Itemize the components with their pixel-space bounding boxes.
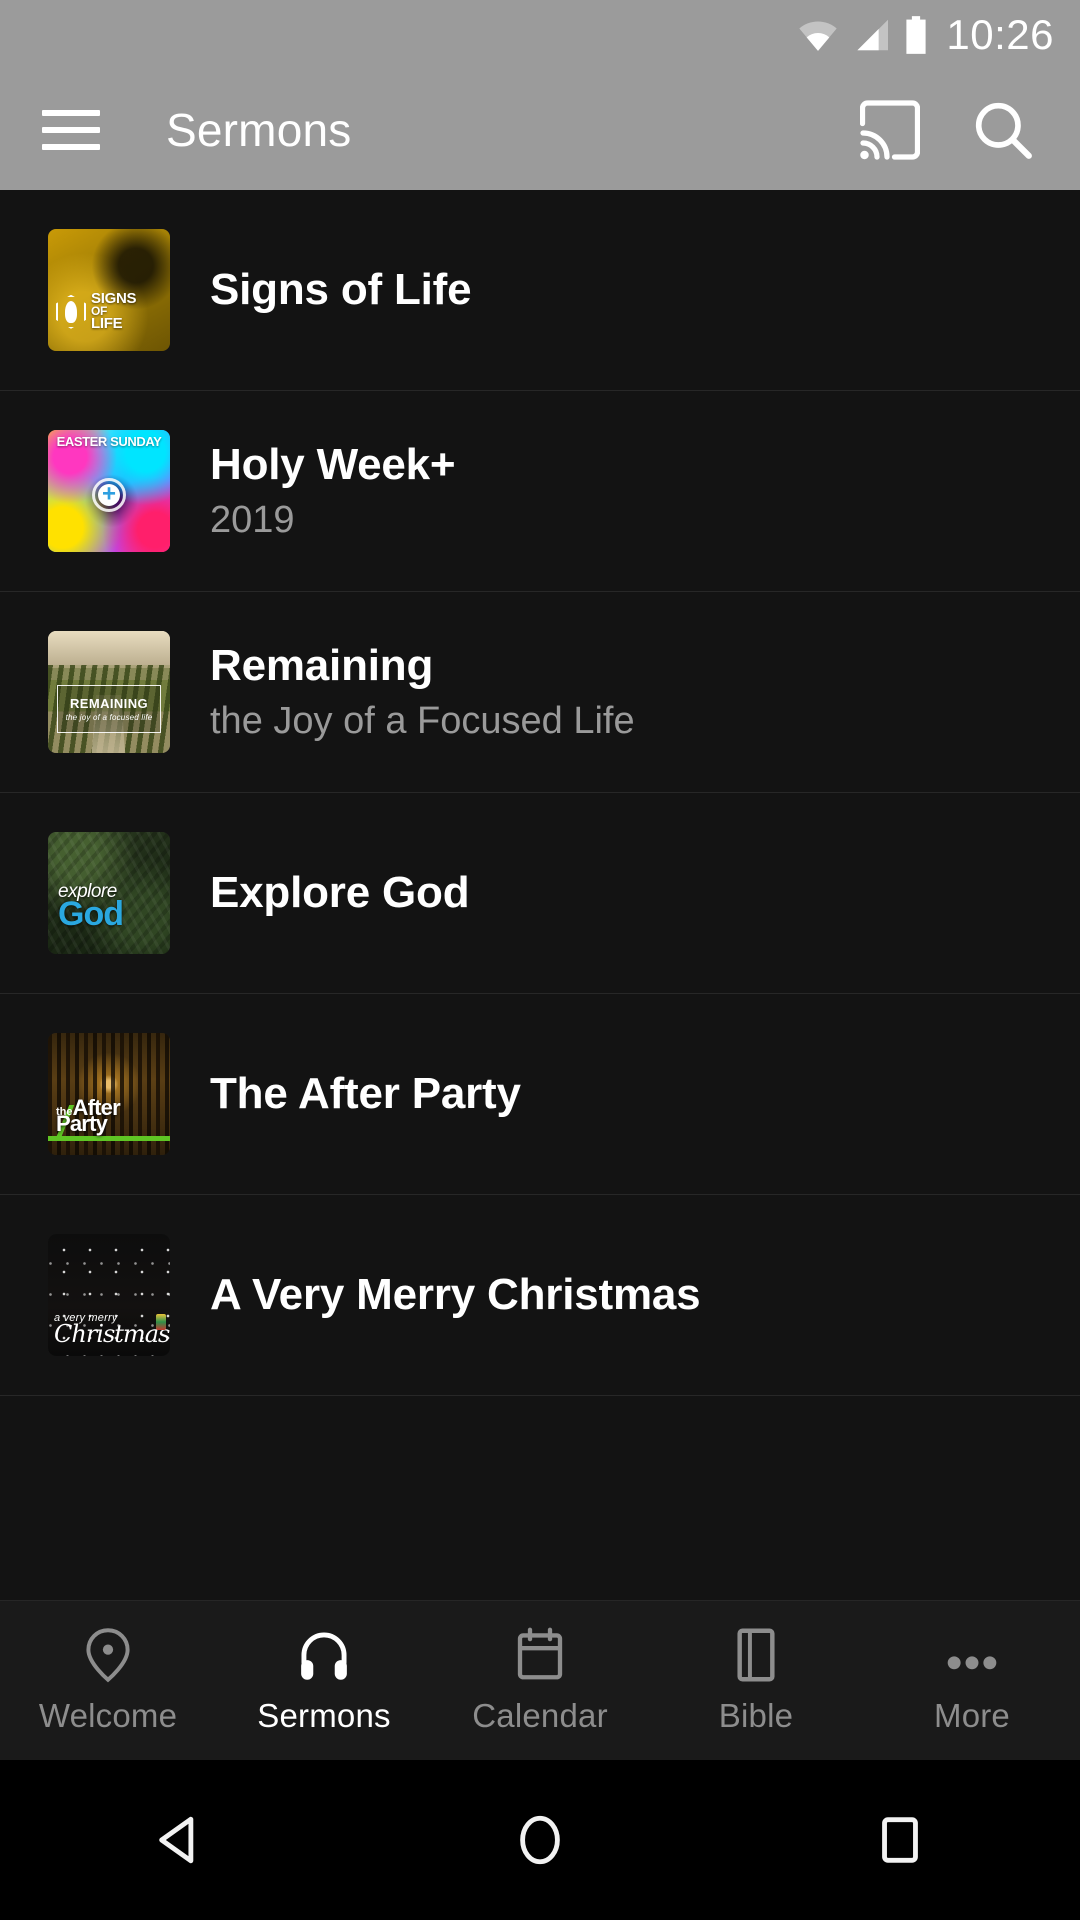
- battery-icon: [906, 16, 926, 54]
- book-icon: [734, 1627, 778, 1683]
- series-title: Holy Week+: [210, 440, 456, 490]
- series-subtitle: the Joy of a Focused Life: [210, 699, 635, 742]
- tab-label: Sermons: [257, 1696, 391, 1734]
- thumb-text-line: LIFE: [91, 315, 123, 333]
- tab-more[interactable]: More: [864, 1627, 1080, 1735]
- list-item[interactable]: REMAINING the joy of a focused life Rema…: [0, 592, 1080, 793]
- list-item-text: Explore God: [210, 868, 470, 918]
- series-title: Signs of Life: [210, 265, 472, 315]
- tab-label: Calendar: [472, 1696, 608, 1734]
- headphones-icon: [296, 1627, 352, 1683]
- tab-bible[interactable]: Bible: [648, 1627, 864, 1735]
- tab-sermons[interactable]: Sermons: [216, 1627, 432, 1735]
- list-item-text: Holy Week+ 2019: [210, 440, 456, 541]
- series-title: Remaining: [210, 641, 434, 691]
- list-item[interactable]: SIGNS OF LIFE Signs of Life: [0, 190, 1080, 391]
- recents-square-icon[interactable]: [840, 1780, 960, 1900]
- android-system-navigation: [0, 1760, 1080, 1920]
- page-title: Sermons: [166, 104, 352, 156]
- bottom-navigation: Welcome Sermons Calendar Bible More: [0, 1600, 1080, 1760]
- status-bar-clock: 10:26: [946, 11, 1054, 58]
- list-item-text: Remaining the Joy of a Focused Life: [210, 641, 635, 742]
- tab-label: More: [934, 1696, 1010, 1734]
- more-dots-icon: [943, 1627, 1001, 1683]
- series-title: Explore God: [210, 868, 470, 918]
- app-bar-actions: [860, 99, 1034, 161]
- series-thumbnail: EASTER SUNDAY: [48, 430, 170, 552]
- series-thumbnail: explore God: [48, 832, 170, 954]
- series-subtitle: 2019: [210, 498, 295, 541]
- thumb-text-line: Christmas: [54, 1319, 170, 1348]
- hamburger-menu-icon[interactable]: [42, 110, 100, 150]
- list-item-text: A Very Merry Christmas: [210, 1270, 701, 1320]
- list-item[interactable]: EASTER SUNDAY Holy Week+ 2019: [0, 391, 1080, 592]
- cellular-signal-icon: [857, 19, 889, 51]
- tab-label: Welcome: [38, 1696, 178, 1734]
- thumb-text-line: EASTER SUNDAY: [56, 434, 162, 449]
- series-title: A Very Merry Christmas: [210, 1270, 701, 1320]
- tab-welcome[interactable]: Welcome: [0, 1627, 216, 1735]
- cast-icon[interactable]: [860, 100, 920, 160]
- calendar-icon: [515, 1627, 565, 1683]
- location-pin-icon: [82, 1627, 134, 1683]
- thumb-text-line: God: [58, 894, 124, 933]
- wifi-icon: [799, 21, 838, 51]
- status-bar: 10:26: [0, 0, 1080, 70]
- tab-calendar[interactable]: Calendar: [432, 1627, 648, 1735]
- series-thumbnail: a very merry Christmas: [48, 1234, 170, 1356]
- plus-circle-icon: [92, 477, 126, 512]
- list-item[interactable]: theAfter Party The After Party: [0, 994, 1080, 1195]
- gift-chip-icon: [156, 1314, 166, 1330]
- series-title: The After Party: [210, 1069, 521, 1119]
- search-icon[interactable]: [972, 99, 1034, 161]
- list-item[interactable]: explore God Explore God: [0, 793, 1080, 994]
- list-item-text: Signs of Life: [210, 265, 472, 315]
- series-thumbnail: theAfter Party: [48, 1033, 170, 1155]
- thumb-text-line: REMAINING: [70, 696, 148, 712]
- series-thumbnail: SIGNS OF LIFE: [48, 229, 170, 351]
- status-bar-icons: [798, 16, 928, 54]
- sermon-series-list[interactable]: SIGNS OF LIFE Signs of Life EASTER SUNDA…: [0, 190, 1080, 1640]
- back-triangle-icon[interactable]: [120, 1780, 240, 1900]
- thumb-text-line: the joy of a focused life: [65, 713, 153, 723]
- app-bar: Sermons: [0, 70, 1080, 190]
- home-circle-icon[interactable]: [480, 1780, 600, 1900]
- series-thumbnail: REMAINING the joy of a focused life: [48, 631, 170, 753]
- list-item[interactable]: a very merry Christmas A Very Merry Chri…: [0, 1195, 1080, 1396]
- tab-label: Bible: [718, 1696, 794, 1734]
- list-item-text: The After Party: [210, 1069, 521, 1118]
